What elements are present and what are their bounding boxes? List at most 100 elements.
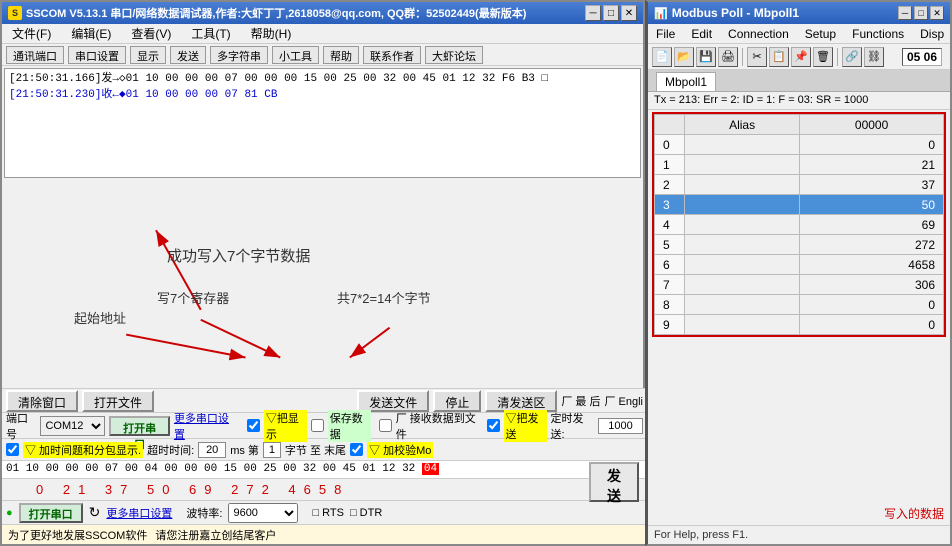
tb-serial-settings[interactable]: 串口设置	[68, 46, 126, 64]
more-settings-label[interactable]: 更多串口设置	[106, 505, 172, 521]
tb-send[interactable]: 发送	[170, 46, 206, 64]
log-line-2: [21:50:31.230]收←◆01 10 00 00 00 07 81 CB	[9, 87, 636, 103]
save-data-checkbox[interactable]	[311, 419, 324, 432]
more-settings-link[interactable]: 更多串口设置	[174, 410, 235, 442]
modbus-title-bar: 📊 Modbus Poll - Mbpoll1 ─ □ ✕	[648, 2, 950, 24]
main-window: S SSCOM V5.13.1 串口/网络数据调试器,作者:大虾丁丁,26180…	[0, 0, 645, 546]
numbers-row-text: 0 21 37 50 69 272 4658	[36, 482, 349, 497]
row-value: 306	[800, 275, 944, 295]
menu-view[interactable]: 查看(V)	[125, 23, 177, 44]
baud-label: 波特率:	[186, 505, 222, 521]
row-index: 4	[655, 215, 685, 235]
tb-display[interactable]: 显示	[130, 46, 166, 64]
tb-forum[interactable]: 大虾论坛	[425, 46, 483, 64]
engli-label: 厂 Engli	[604, 393, 643, 409]
row-index: 9	[655, 315, 685, 335]
hex-display-checkbox[interactable]	[247, 419, 260, 432]
hex-display-label: ▽把显示	[264, 410, 307, 442]
open-port-button[interactable]: 打开串口	[109, 416, 170, 436]
send-file-button[interactable]: 发送文件	[357, 390, 429, 412]
baud-select[interactable]: 9600	[228, 503, 298, 523]
tb-comm-port[interactable]: 通讯端口	[6, 46, 64, 64]
modbus-minimize[interactable]: ─	[898, 6, 912, 20]
receive-file-label: 厂 接收数据到文件	[396, 410, 479, 442]
bottom-notice: 为了更好地发展SSCOM软件 请您注册嘉立创结尾客户	[2, 524, 647, 544]
modbus-menu-edit[interactable]: Edit	[687, 26, 716, 42]
save-data-label: 保存数据	[328, 410, 371, 442]
modbus-tb-delete[interactable]: 🗑	[813, 47, 833, 67]
modbus-maximize[interactable]: □	[914, 6, 928, 20]
row-alias	[685, 155, 800, 175]
open-serial-button[interactable]: 打开串口	[19, 503, 83, 523]
menu-help[interactable]: 帮助(H)	[245, 23, 298, 44]
timeout-label: 超时时间:	[147, 442, 194, 458]
send-button[interactable]: 发 送	[589, 462, 639, 502]
modbus-tb-paste[interactable]: 📌	[791, 47, 811, 67]
main-title: SSCOM V5.13.1 串口/网络数据调试器,作者:大虾丁丁,2618058…	[26, 5, 526, 21]
modbus-tb-copy[interactable]: 📋	[769, 47, 789, 67]
port-select[interactable]: COM12	[40, 416, 105, 436]
timer-value-input[interactable]	[598, 418, 643, 434]
tb-help[interactable]: 帮助	[323, 46, 359, 64]
modbus-menu-file[interactable]: File	[652, 26, 679, 42]
modbus-toolbar: 📄 📂 💾 🖨 ✂ 📋 📌 🗑 🔗 ⛓ 05 06	[648, 44, 950, 70]
written-data-label: 写入的数据	[884, 505, 944, 522]
word-label: 字节 至 末尾	[285, 442, 346, 458]
row-index: 2	[655, 175, 685, 195]
modbus-menu-disp[interactable]: Disp	[916, 26, 948, 42]
main-toolbar: 通讯端口 串口设置 显示 发送 多字符串 小工具 帮助 联系作者 大虾论坛	[2, 44, 643, 66]
clear-send-area-button[interactable]: 清发送区	[485, 390, 557, 412]
tb-multi-string[interactable]: 多字符串	[210, 46, 268, 64]
modbus-menu-bar: File Edit Connection Setup Functions Dis…	[648, 24, 950, 44]
maximize-button[interactable]: □	[603, 5, 619, 21]
table-row: 64658	[655, 255, 944, 275]
tb-tools[interactable]: 小工具	[272, 46, 319, 64]
clear-window-button[interactable]: 清除窗口	[6, 390, 78, 412]
radio-on-icon: ●	[6, 507, 13, 519]
modbus-menu-setup[interactable]: Setup	[801, 26, 840, 42]
modbus-tab-1[interactable]: Mbpoll1	[656, 72, 716, 91]
tb-contact[interactable]: 联系作者	[363, 46, 421, 64]
modbus-tb-print[interactable]: 🖨	[718, 47, 738, 67]
modbus-tb-disconnect[interactable]: ⛓	[864, 47, 884, 67]
notice-text-1: 为了更好地发展SSCOM软件	[8, 527, 147, 543]
modbus-close[interactable]: ✕	[930, 6, 944, 20]
ms-label: ms 第	[230, 442, 259, 458]
hex-send-checkbox[interactable]	[487, 419, 500, 432]
col-index-header	[655, 115, 685, 135]
modbus-menu-connection[interactable]: Connection	[724, 26, 793, 42]
stop-button[interactable]: 停止	[433, 390, 481, 412]
row-index: 0	[655, 135, 685, 155]
hex-data-row: 01 10 00 00 00 07 00 04 00 00 00 15 00 2…	[2, 460, 647, 478]
row-index: 1	[655, 155, 685, 175]
menu-file[interactable]: 文件(F)	[6, 23, 57, 44]
modbus-tb-connect[interactable]: 🔗	[842, 47, 862, 67]
highlighted-byte: 04	[422, 463, 439, 475]
timeout-input[interactable]	[198, 442, 226, 458]
menu-tools[interactable]: 工具(T)	[185, 23, 236, 44]
checksum-label: ▽ 加校验Mo	[367, 442, 433, 458]
row-alias	[685, 175, 800, 195]
notice-text-2: 请您注册嘉立创结尾客户	[155, 527, 276, 543]
modbus-tb-new[interactable]: 📄	[652, 47, 672, 67]
receive-file-checkbox[interactable]	[379, 419, 392, 432]
bottom-section: 清除窗口 打开文件 发送文件 停止 清发送区 厂 最 后 厂 Engli 端口号…	[2, 388, 647, 544]
modbus-tb-save[interactable]: 💾	[696, 47, 716, 67]
modbus-menu-functions[interactable]: Functions	[848, 26, 908, 42]
menu-edit[interactable]: 编辑(E)	[65, 23, 117, 44]
row-value: 0	[800, 295, 944, 315]
modbus-tb-open[interactable]: 📂	[674, 47, 694, 67]
row-value: 21	[800, 155, 944, 175]
modbus-tb-cut[interactable]: ✂	[747, 47, 767, 67]
page-num-input[interactable]	[263, 442, 281, 458]
table-row: 1 21	[655, 155, 944, 175]
table-row: 469	[655, 215, 944, 235]
add-time-checkbox[interactable]	[6, 443, 19, 456]
close-button[interactable]: ✕	[621, 5, 637, 21]
open-file-button[interactable]: 打开文件	[82, 390, 154, 412]
checksum-checkbox[interactable]	[350, 443, 363, 456]
minimize-button[interactable]: ─	[585, 5, 601, 21]
row-index: 7	[655, 275, 685, 295]
modbus-status-text: Tx = 213: Err = 2: ID = 1: F = 03: SR = …	[654, 94, 868, 106]
main-title-bar: S SSCOM V5.13.1 串口/网络数据调试器,作者:大虾丁丁,26180…	[2, 2, 643, 24]
